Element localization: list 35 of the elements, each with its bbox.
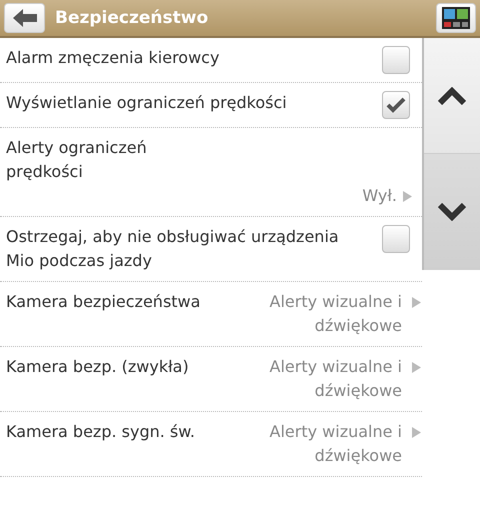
arrow-right-icon (412, 427, 421, 438)
arrow-right-icon (412, 362, 421, 373)
setting-row[interactable]: Ostrzegaj, aby nie obsługiwać urządzenia Mio podczas jazdy (0, 217, 422, 282)
setting-row[interactable]: Kamera bezpieczeństwa Alerty wizualne i dźwiękowe (0, 282, 422, 347)
scroll-up-button[interactable] (424, 38, 480, 154)
menu-button[interactable] (436, 3, 476, 33)
setting-value: Alerty wizualne i dźwiękowe (268, 291, 402, 337)
chevron-up-icon (438, 86, 466, 104)
setting-row[interactable]: Wyświetlanie ograniczeń prędkości (0, 83, 422, 128)
checkmark-icon (386, 97, 406, 113)
setting-label: Kamera bezp. (zwykła) (6, 356, 190, 378)
setting-value: Alerty wizualne i dźwiękowe (268, 421, 402, 467)
back-button[interactable] (4, 3, 45, 33)
setting-label: Kamera bezpieczeństwa (6, 291, 202, 313)
setting-label: Ostrzegaj, aby nie obsługiwać urządzenia Mio podczas jazdy (6, 226, 340, 272)
setting-row[interactable]: Alerty ograniczeń prędkości Wył. (0, 128, 422, 217)
arrow-right-icon (403, 190, 412, 202)
grid-icon (442, 7, 470, 29)
setting-label: Kamera bezp. sygn. św. (6, 421, 196, 443)
arrow-right-icon (412, 297, 421, 308)
setting-label: Alerty ograniczeń prędkości (6, 137, 148, 183)
setting-label: Alarm zmęczenia kierowcy (6, 47, 220, 69)
setting-value: Wył. (362, 185, 397, 207)
setting-row[interactable]: Kamera bezp. (zwykła) Alerty wizualne i dźwiękowe (0, 347, 422, 412)
chevron-down-icon (438, 203, 466, 221)
checkbox[interactable] (382, 91, 410, 119)
setting-label: Wyświetlanie ograniczeń prędkości (6, 92, 288, 114)
checkbox[interactable] (382, 225, 410, 253)
setting-value: Alerty wizualne i dźwiękowe (268, 356, 402, 402)
setting-row[interactable]: Kamera bezp. sygn. św. Alerty wizualne i dźwiękowe (0, 412, 422, 477)
page-title: Bezpieczeństwo (55, 8, 210, 28)
scroll-down-button[interactable] (424, 154, 480, 270)
checkbox[interactable] (382, 46, 410, 74)
setting-row[interactable]: Alarm zmęczenia kierowcy (0, 38, 422, 83)
back-arrow-icon (12, 9, 36, 27)
